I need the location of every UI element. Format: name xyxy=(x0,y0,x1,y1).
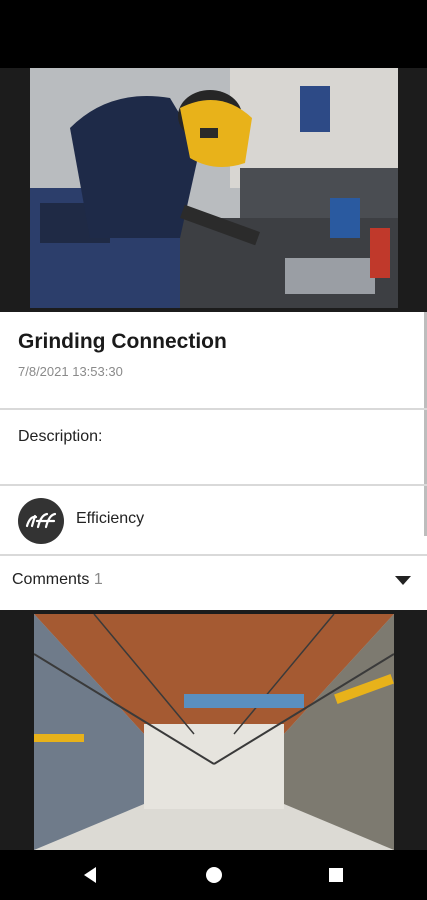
status-bar xyxy=(0,0,427,68)
post-timestamp: 7/8/2021 13:53:30 xyxy=(18,364,123,379)
comments-text: Comments xyxy=(12,571,90,588)
divider xyxy=(0,484,427,486)
category-tag[interactable]: Efficiency xyxy=(0,488,427,554)
post-card: Grinding Connection 7/8/2021 13:53:30 De… xyxy=(0,312,427,610)
recents-square-icon[interactable] xyxy=(306,850,366,900)
comments-count: 1 xyxy=(93,571,103,588)
comments-label: Comments 1 xyxy=(12,571,103,589)
rf-logo-icon xyxy=(18,498,64,544)
divider xyxy=(0,408,427,410)
welder-photo-illustration xyxy=(30,68,398,308)
category-label: Efficiency xyxy=(76,510,145,527)
post-photo-factory-hall[interactable] xyxy=(34,614,394,850)
post-photo-welder[interactable] xyxy=(30,68,398,308)
comments-toggle[interactable]: Comments 1 xyxy=(0,558,427,606)
factory-hall-photo-illustration xyxy=(34,614,394,850)
post-title: Grinding Connection xyxy=(18,330,227,353)
chevron-down-icon[interactable] xyxy=(395,576,411,585)
divider xyxy=(0,554,427,556)
system-nav-bar xyxy=(0,850,427,900)
description-label: Description: xyxy=(18,428,103,445)
back-triangle-icon[interactable] xyxy=(60,850,120,900)
home-circle-icon[interactable] xyxy=(184,850,244,900)
